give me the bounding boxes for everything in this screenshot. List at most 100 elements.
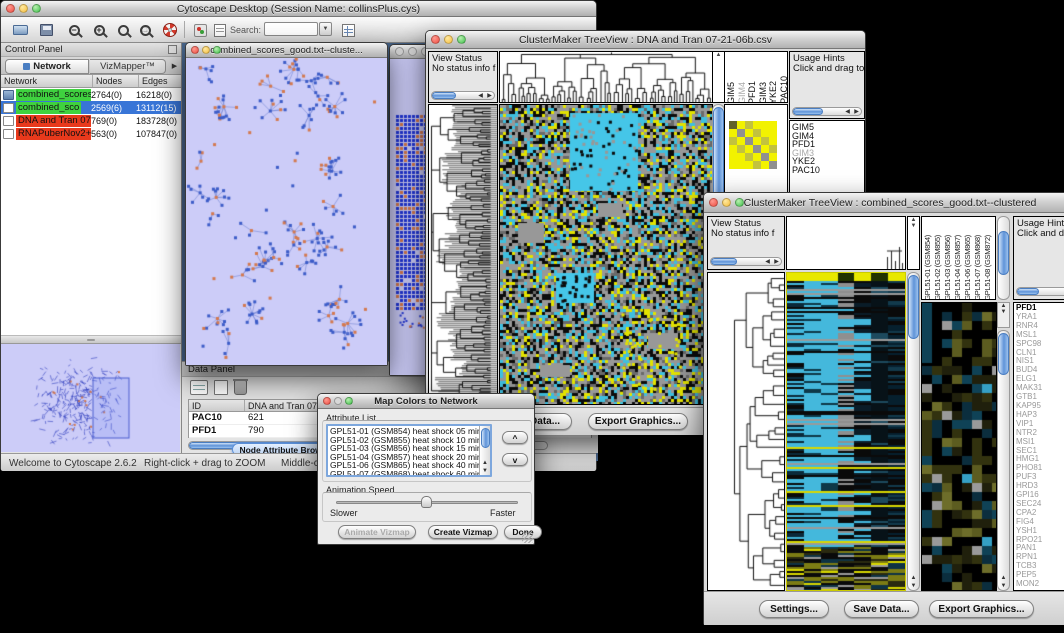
minimize-button[interactable]	[444, 35, 453, 44]
search-input[interactable]	[264, 22, 318, 36]
network-list-row[interactable]: combined_sco2569(6)13112(15)	[1, 101, 181, 114]
usage-hints-hscrollbar[interactable]	[1016, 287, 1064, 296]
mini-heatmap-cell[interactable]	[761, 161, 769, 169]
zoom-in-icon[interactable]: +	[88, 20, 110, 40]
network-list-row[interactable]: DNA and Tran 07769(0)183728(0)	[1, 114, 181, 127]
mini-heatmap-cell[interactable]	[745, 129, 753, 137]
column-dendrogram-panel[interactable]	[786, 216, 906, 270]
speed-slider-thumb[interactable]	[421, 496, 432, 508]
mini-heatmap-cell[interactable]	[737, 129, 745, 137]
minimize-button[interactable]	[722, 198, 731, 207]
mini-heatmap-cell[interactable]	[737, 137, 745, 145]
minimize-button[interactable]	[334, 397, 342, 405]
zoom-selected-icon[interactable]	[112, 20, 134, 40]
zoom-out-icon[interactable]: −	[63, 20, 85, 40]
mini-heatmap-cell[interactable]	[761, 145, 769, 153]
zoom-button[interactable]	[213, 46, 221, 54]
resize-grip[interactable]	[521, 531, 534, 544]
mini-heatmap-cell[interactable]	[769, 137, 777, 145]
column-labels-vscrollbar[interactable]	[997, 216, 1010, 300]
mini-heatmap-cell[interactable]	[761, 153, 769, 161]
mini-heatmap-cell[interactable]	[737, 153, 745, 161]
mini-heatmap-cell[interactable]	[769, 153, 777, 161]
scroll-down-icon[interactable]: ▼	[998, 309, 1009, 315]
zoom-fit-icon[interactable]: ⬚	[134, 20, 156, 40]
mini-heatmap-cell[interactable]	[753, 153, 761, 161]
heatmap-panel[interactable]	[786, 272, 906, 591]
column-label[interactable]: GPL51-01 (GSM854)	[923, 234, 933, 300]
minimize-button[interactable]	[408, 47, 417, 56]
network-window-1-titlebar[interactable]: combined_scores_good.txt--cluste...	[186, 43, 387, 58]
view-status-hscrollbar[interactable]: ◀▶	[431, 91, 495, 100]
mini-heatmap[interactable]	[729, 121, 777, 169]
column-label[interactable]: PAC10	[780, 75, 789, 103]
mini-heatmap-cell[interactable]	[729, 161, 737, 169]
mini-heatmap-cell[interactable]	[745, 161, 753, 169]
map-colors-titlebar[interactable]: Map Colors to Network	[318, 394, 534, 409]
move-down-button[interactable]: v	[502, 453, 528, 466]
attribute-browser-icon[interactable]	[337, 20, 359, 40]
export-graphics-button[interactable]: Export Graphics...	[588, 413, 688, 430]
id-column-header[interactable]: ID	[189, 400, 245, 411]
close-button[interactable]	[431, 35, 440, 44]
view-status-hscrollbar[interactable]: ◀▶	[710, 257, 782, 266]
zoom-button[interactable]	[735, 198, 744, 207]
attribute-list-vscrollbar[interactable]: ▲▼	[479, 426, 490, 475]
search-dropdown-icon[interactable]: ▼	[319, 22, 332, 36]
birdseye-view-canvas[interactable]	[1, 344, 180, 452]
tab-overflow-icon[interactable]: ▶	[169, 61, 180, 72]
mini-heatmap-cell[interactable]	[729, 121, 737, 129]
mini-heatmap-cell[interactable]	[753, 121, 761, 129]
sub-heatmap-vscrollbar[interactable]: ▲▼	[997, 330, 1010, 591]
column-header-nodes[interactable]: Nodes	[93, 75, 139, 87]
mini-heatmap-cell[interactable]	[729, 145, 737, 153]
tab-vizmapper[interactable]: VizMapper™	[90, 59, 166, 74]
mini-heatmap-cell[interactable]	[769, 145, 777, 153]
close-button[interactable]	[6, 4, 15, 13]
mini-heatmap-cell[interactable]	[769, 161, 777, 169]
scroll-down-icon[interactable]: ▼	[908, 223, 919, 229]
minimize-button[interactable]	[19, 4, 28, 13]
gene-label[interactable]: MON2	[1014, 580, 1064, 589]
column-header-edges[interactable]: Edges	[139, 75, 181, 87]
minimize-button[interactable]	[202, 46, 210, 54]
mini-heatmap-cell[interactable]	[745, 137, 753, 145]
mini-heatmap-cell[interactable]	[753, 145, 761, 153]
network-list-row[interactable]: RNAPuberNov2+563(0)107847(0)	[1, 127, 181, 140]
treeview-dna-titlebar[interactable]: ClusterMaker TreeView : DNA and Tran 07-…	[426, 31, 865, 49]
delete-attribute-icon[interactable]	[234, 380, 247, 395]
save-icon[interactable]	[35, 20, 57, 40]
mini-heatmap-cell[interactable]	[737, 161, 745, 169]
column-label[interactable]: GIM5	[727, 81, 737, 103]
treeview-combined-titlebar[interactable]: ClusterMaker TreeView : combined_scores_…	[704, 193, 1064, 213]
main-window-titlebar[interactable]: Cytoscape Desktop (Session Name: collins…	[1, 1, 596, 17]
heatmap-panel[interactable]	[499, 104, 713, 405]
animate-vizmap-button[interactable]: Animate Vizmap	[338, 525, 416, 539]
heatmap-vscrollbar[interactable]: ▲▼	[907, 272, 920, 591]
table-grid-icon[interactable]	[190, 380, 208, 395]
column-label[interactable]: GPL51-02 (GSM855)	[933, 234, 943, 300]
mini-heatmap-cell[interactable]	[769, 129, 777, 137]
column-label[interactable]: GIM3	[759, 81, 769, 103]
close-button[interactable]	[323, 397, 331, 405]
mini-heatmap-cell[interactable]	[769, 121, 777, 129]
mini-heatmap-cell[interactable]	[737, 121, 745, 129]
column-label[interactable]: GPL51-06 (GSM865)	[963, 234, 973, 300]
gene-label[interactable]: PAC10	[790, 166, 864, 175]
close-button[interactable]	[191, 46, 199, 54]
help-lifesaver-icon[interactable]	[159, 20, 181, 40]
zoom-button[interactable]	[457, 35, 466, 44]
row-dendrogram-panel[interactable]	[707, 272, 785, 591]
column-label[interactable]: GPL51-04 (GSM857)	[953, 234, 963, 300]
export-graphics-button[interactable]: Export Graphics...	[929, 600, 1034, 618]
mini-heatmap-cell[interactable]	[761, 129, 769, 137]
settings-button[interactable]: Settings...	[759, 600, 829, 618]
zoom-button[interactable]	[32, 4, 41, 13]
tab-network[interactable]: Network	[5, 59, 89, 74]
vizmapper-icon[interactable]	[189, 20, 211, 40]
network-list-row[interactable]: combined_scores2764(0)16218(0)	[1, 88, 181, 101]
mini-heatmap-cell[interactable]	[761, 121, 769, 129]
mini-heatmap-cell[interactable]	[753, 129, 761, 137]
column-label[interactable]: GPL51-03 (GSM856)	[943, 234, 953, 300]
mini-heatmap-cell[interactable]	[753, 137, 761, 145]
